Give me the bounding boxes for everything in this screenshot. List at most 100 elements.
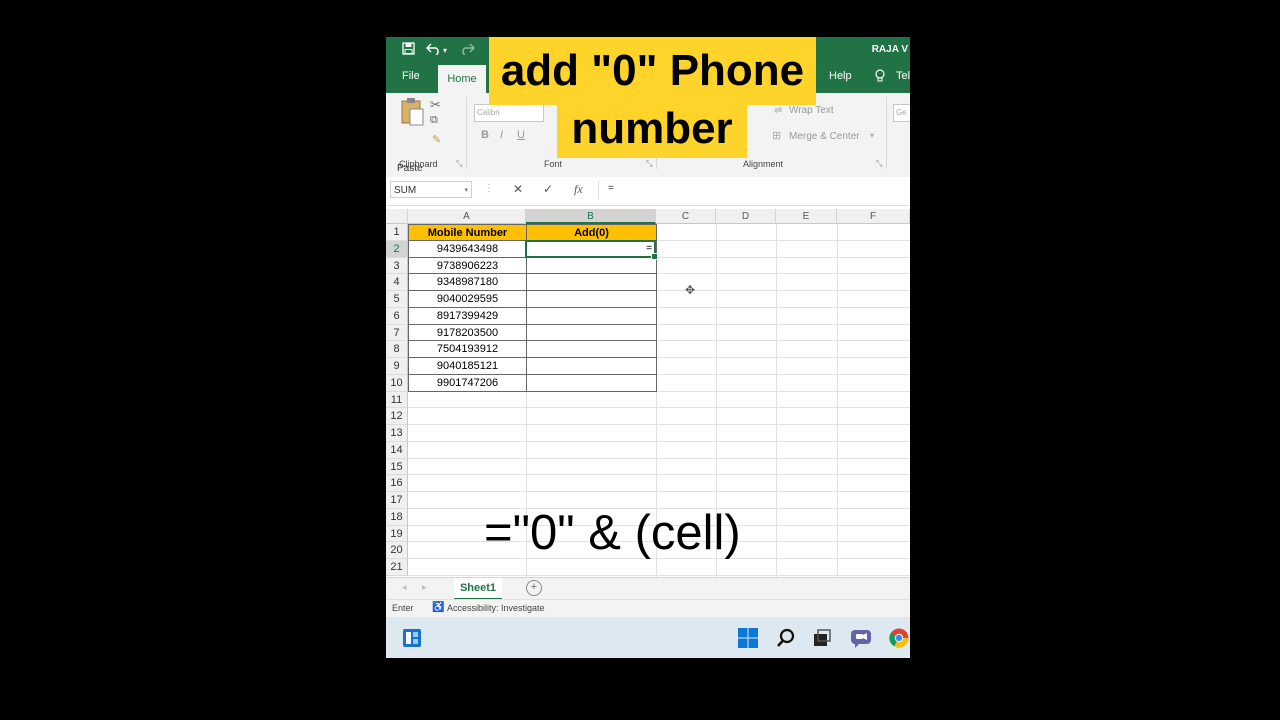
add-zero-cell[interactable] [526,374,657,392]
add-zero-cell[interactable] [526,257,657,275]
gridline [408,440,910,442]
font-name-box[interactable]: Calibri [474,104,544,122]
cancel-icon[interactable]: ✕ [513,182,523,196]
underline-button[interactable]: U [517,129,525,141]
row-header[interactable]: 6 [386,307,408,325]
mobile-number-cell[interactable]: 7504193912 [408,341,527,359]
gridline [408,424,910,426]
search-icon[interactable] [776,628,796,653]
teams-chat-icon[interactable] [850,628,872,653]
number-format-box[interactable]: Ge [893,104,910,122]
ribbon-divider [886,97,887,169]
select-all-corner[interactable] [386,209,408,224]
column-header-e[interactable]: E [776,209,837,224]
header-cell-mobile-number[interactable]: Mobile Number [408,224,527,241]
bold-button[interactable]: B [481,129,489,141]
merge-dropdown-icon[interactable]: ▾ [870,131,874,140]
paste-icon[interactable] [399,97,425,132]
mobile-number-cell[interactable]: 9178203500 [408,324,527,342]
accessibility-status[interactable]: Accessibility: Investigate [447,603,545,613]
undo-dropdown-icon[interactable]: ▾ [443,46,447,55]
column-header-a[interactable]: A [408,209,526,224]
next-sheet-icon[interactable]: ▸ [422,582,427,593]
merge-center-button[interactable]: Merge & Center [789,131,860,142]
undo-icon[interactable] [425,42,441,58]
copy-icon[interactable]: ⧉ [430,114,438,127]
add-zero-cell[interactable] [526,291,657,308]
name-box[interactable]: SUM ▾ [390,181,472,198]
column-header-b[interactable]: B [526,209,656,224]
mobile-number-cell[interactable]: 9439643498 [408,240,527,258]
row-header[interactable]: 7 [386,324,408,342]
insert-function-icon[interactable]: fx [574,182,583,197]
column-header-c[interactable]: C [656,209,716,224]
add-zero-cell[interactable] [526,274,657,292]
add-zero-cell[interactable] [526,324,657,342]
row-header[interactable]: 5 [386,291,408,308]
row-header[interactable]: 15 [386,458,408,476]
row-header[interactable]: 8 [386,341,408,359]
mouse-cursor-icon: ✥ [685,283,696,297]
row-header[interactable]: 11 [386,391,408,409]
row-header[interactable]: 14 [386,441,408,459]
save-icon[interactable] [402,42,415,58]
row-header[interactable]: 19 [386,525,408,543]
row-header[interactable]: 16 [386,475,408,493]
row-header[interactable]: 17 [386,492,408,509]
active-cell-b2[interactable]: = [525,240,658,260]
column-header-d[interactable]: D [716,209,776,224]
widgets-icon[interactable] [402,628,422,653]
mobile-number-cell[interactable]: 9040029595 [408,291,527,308]
row-header[interactable]: 13 [386,425,408,442]
font-launcher-icon[interactable]: ⤡ [646,159,652,169]
header-cell-add-zero[interactable]: Add(0) [526,224,657,241]
lightbulb-icon[interactable] [874,69,886,86]
add-zero-cell[interactable] [526,307,657,325]
add-zero-cell[interactable] [526,358,657,375]
cut-icon[interactable]: ✂ [430,97,441,113]
redo-icon[interactable] [460,42,476,58]
italic-button[interactable]: I [500,129,503,141]
tab-help[interactable]: Help [829,70,852,82]
row-header[interactable]: 4 [386,274,408,292]
row-header[interactable]: 12 [386,408,408,426]
group-font-label: Font [544,159,563,169]
mobile-number-cell[interactable]: 8917399429 [408,307,527,325]
row-header[interactable]: 10 [386,374,408,392]
row-header[interactable]: 20 [386,542,408,560]
row-header[interactable]: 2 [386,240,408,258]
tab-home[interactable]: Home [438,65,486,93]
row-header[interactable]: 21 [386,559,408,576]
alignment-launcher-icon[interactable]: ⤡ [876,159,882,169]
tab-file[interactable]: File [402,70,420,82]
clipboard-launcher-icon[interactable]: ⤡ [456,159,462,169]
mobile-number-cell[interactable]: 9901747206 [408,374,527,392]
task-view-icon[interactable] [812,628,832,653]
accessibility-icon[interactable]: ♿ [432,602,444,613]
merge-center-icon: ⊞ [772,130,782,142]
mobile-number-cell[interactable]: 9040185121 [408,358,527,375]
add-zero-cell[interactable] [526,341,657,359]
row-header[interactable]: 9 [386,358,408,375]
title-banner-line1: add "0" Phone [489,37,816,105]
row-header[interactable]: 18 [386,508,408,526]
row-header[interactable]: 3 [386,257,408,275]
fill-handle[interactable] [651,253,658,260]
chevron-down-icon[interactable]: ▾ [464,182,468,199]
formula-input[interactable]: = [608,183,614,194]
windows-start-icon[interactable] [738,628,758,653]
prev-sheet-icon[interactable]: ◂ [402,582,407,593]
row-header[interactable]: 1 [386,224,408,241]
wrap-text-button[interactable]: Wrap Text [789,105,834,116]
user-name[interactable]: RAJA V [872,44,908,55]
mobile-number-cell[interactable]: 9738906223 [408,257,527,275]
format-painter-icon[interactable]: ✎ [432,133,441,146]
enter-icon[interactable]: ✓ [543,182,553,196]
sheet-tab-bar: ◂ ▸ Sheet1 + [386,577,910,600]
sheet-tab-sheet1[interactable]: Sheet1 [454,578,502,600]
add-sheet-button[interactable]: + [526,580,542,596]
chrome-icon[interactable] [889,628,909,653]
column-header-f[interactable]: F [837,209,910,224]
tab-tell-me[interactable]: Tel [896,70,910,82]
mobile-number-cell[interactable]: 9348987180 [408,274,527,292]
